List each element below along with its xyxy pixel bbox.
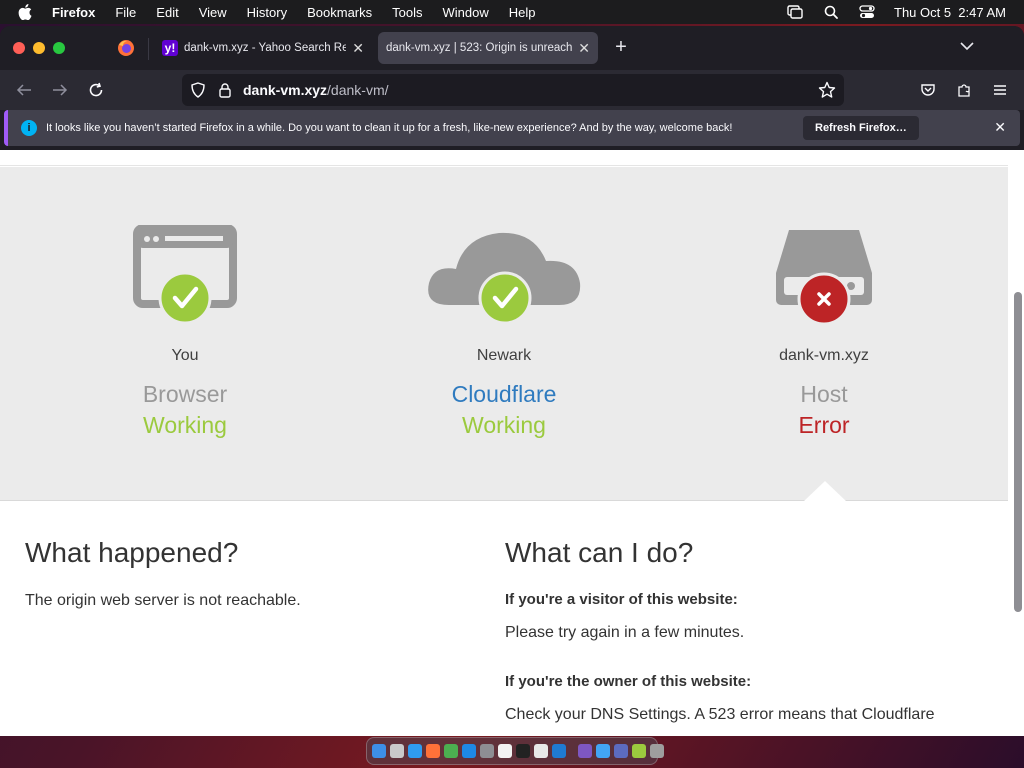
page-scrollbar[interactable]: [1014, 292, 1022, 612]
cloudflare-label[interactable]: Cloudflare: [354, 381, 654, 408]
screen-mirroring-icon[interactable]: [786, 5, 804, 19]
what-happened-heading: What happened?: [25, 537, 239, 568]
refresh-firefox-notification: i It looks like you haven’t started Fire…: [4, 110, 1020, 146]
spotlight-search-icon[interactable]: [822, 5, 840, 19]
tab-title: dank-vm.xyz - Yahoo Search Re: [184, 42, 347, 54]
menu-bookmarks[interactable]: Bookmarks: [307, 5, 372, 20]
what-can-i-do-heading: What can I do?: [505, 537, 694, 568]
apple-icon[interactable]: [18, 4, 38, 20]
list-all-tabs-chevron-icon[interactable]: [960, 38, 974, 56]
cloudflare-location: Newark: [476, 347, 532, 364]
cloudflare-status: Working: [462, 412, 546, 438]
chrome-icon[interactable]: [444, 744, 458, 758]
visitor-label: If you're a visitor of this website:: [505, 591, 738, 608]
what-happened-text: The origin web server is not reachable.: [25, 592, 301, 609]
trash-icon[interactable]: [650, 744, 664, 758]
control-center-icon[interactable]: [858, 5, 876, 19]
browser-label: Browser: [142, 381, 228, 407]
bookmark-star-icon[interactable]: [818, 81, 836, 102]
cloud-icon: [354, 225, 654, 335]
app-store-icon[interactable]: [462, 744, 476, 758]
app-folder-icon[interactable]: [632, 744, 646, 758]
close-window-button[interactable]: [13, 42, 25, 54]
tab-yahoo-search[interactable]: y! dank-vm.xyz - Yahoo Search Re ✕: [154, 32, 372, 64]
new-tab-plus-icon[interactable]: +: [610, 36, 632, 59]
firefox-icon[interactable]: [426, 744, 440, 758]
back-arrow-icon[interactable]: [14, 80, 34, 100]
header-strip: [0, 150, 1008, 166]
tab-title: dank-vm.xyz | 523: Origin is unreach: [386, 42, 573, 54]
minimize-window-button[interactable]: [33, 42, 45, 54]
firefox-view-icon[interactable]: [112, 36, 140, 60]
owner-text: Check your DNS Settings. A 523 error mea…: [505, 706, 935, 723]
menu-file[interactable]: File: [115, 5, 136, 20]
extensions-puzzle-icon[interactable]: [954, 80, 974, 100]
refresh-firefox-button[interactable]: Refresh Firefox…: [803, 116, 919, 140]
url-path: /dank-vm/: [327, 82, 389, 98]
yahoo-favicon-icon: y!: [162, 40, 178, 56]
browser-location: You: [171, 347, 199, 364]
script-editor-icon[interactable]: [534, 744, 548, 758]
url-text: dank-vm.xyz/dank-vm/: [243, 82, 389, 98]
visual-studio-icon[interactable]: [578, 744, 592, 758]
tracking-protection-shield-icon[interactable]: [190, 82, 206, 101]
browser-window: y! dank-vm.xyz - Yahoo Search Re ✕ dank-…: [0, 26, 1024, 736]
menu-app-name[interactable]: Firefox: [52, 5, 95, 20]
zoom-window-button[interactable]: [53, 42, 65, 54]
explanation-section: What happened? The origin web server is …: [0, 501, 1008, 736]
page-content: You Browser Working Newark Cloudflare Wo…: [0, 150, 1024, 736]
reload-icon[interactable]: [86, 80, 106, 100]
browser-window-icon: [35, 224, 335, 335]
forward-arrow-icon[interactable]: [50, 80, 70, 100]
finder-icon[interactable]: [372, 744, 386, 758]
navigation-toolbar: dank-vm.xyz/dank-vm/: [0, 70, 1024, 110]
app-menu-hamburger-icon[interactable]: [990, 80, 1010, 100]
host-status: Error: [798, 412, 850, 438]
browser-status: Working: [143, 412, 227, 438]
dock: [366, 737, 664, 765]
url-bar[interactable]: dank-vm.xyz/dank-vm/: [182, 74, 844, 106]
close-notification-icon[interactable]: ✕: [994, 119, 1006, 136]
safari-icon[interactable]: [408, 744, 422, 758]
url-host: dank-vm.xyz: [243, 82, 328, 98]
tab-active-error-page[interactable]: dank-vm.xyz | 523: Origin is unreach ✕: [378, 32, 598, 64]
notification-message: It looks like you haven’t started Firefo…: [46, 122, 733, 134]
status-diagram: You Browser Working Newark Cloudflare Wo…: [0, 167, 1008, 501]
menu-bar: Firefox File Edit View History Bookmarks…: [0, 0, 1024, 24]
textedit-icon[interactable]: [498, 744, 512, 758]
menu-edit[interactable]: Edit: [156, 5, 178, 20]
pocket-icon[interactable]: [918, 80, 938, 100]
close-tab-icon[interactable]: ✕: [352, 40, 364, 57]
terminal-icon[interactable]: [516, 744, 530, 758]
tab-bar: y! dank-vm.xyz - Yahoo Search Re ✕ dank-…: [0, 26, 1024, 70]
window-controls: [13, 42, 65, 54]
server-icon: [674, 225, 974, 335]
launchpad-icon[interactable]: [390, 744, 404, 758]
menu-view[interactable]: View: [199, 5, 227, 20]
menu-help[interactable]: Help: [509, 5, 536, 20]
tab-separator: [148, 38, 149, 60]
documents-folder-icon[interactable]: [614, 744, 628, 758]
owner-label: If you're the owner of this website:: [505, 673, 752, 690]
host-location: dank-vm.xyz: [779, 347, 869, 364]
downloads-folder-icon[interactable]: [596, 744, 610, 758]
host-label: Host: [800, 381, 848, 407]
menu-window[interactable]: Window: [443, 5, 489, 20]
site-info-lock-icon[interactable]: [218, 82, 232, 101]
close-tab-icon[interactable]: ✕: [578, 40, 590, 57]
menu-tools[interactable]: Tools: [392, 5, 422, 20]
menu-history[interactable]: History: [247, 5, 287, 20]
system-settings-icon[interactable]: [480, 744, 494, 758]
clock[interactable]: Thu Oct 5 2:47 AM: [894, 5, 1006, 20]
error-pointer-arrow: [804, 481, 846, 501]
visitor-text: Please try again in a few minutes.: [505, 624, 745, 641]
vscode-icon[interactable]: [552, 744, 566, 758]
info-icon: i: [21, 120, 37, 136]
